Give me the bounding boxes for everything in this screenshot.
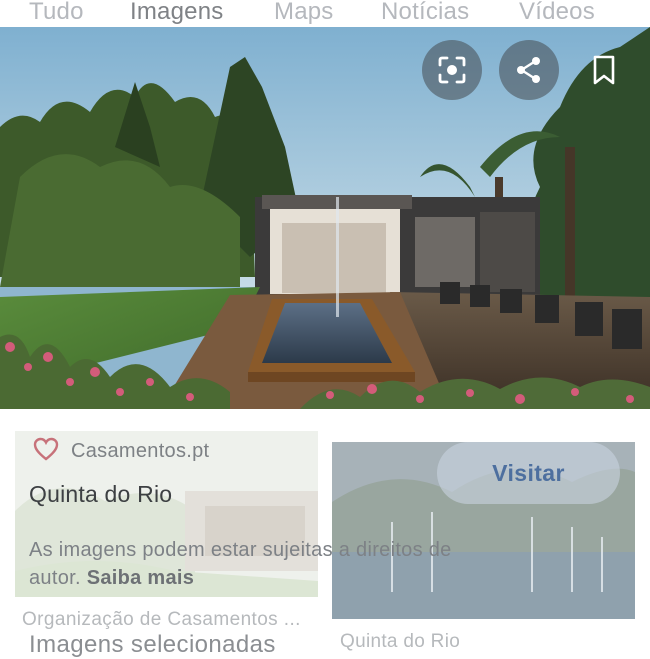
section-heading: Imagens selecionadas xyxy=(29,631,276,658)
learn-more-link[interactable]: Saiba mais xyxy=(87,567,195,589)
share-icon xyxy=(514,55,544,85)
tab-tudo[interactable]: Tudo xyxy=(29,0,84,26)
source-attribution[interactable]: Casamentos.pt xyxy=(33,437,209,466)
result-panel: Casamentos.pt Quinta do Rio Visitar As i… xyxy=(0,409,650,658)
source-name: Casamentos.pt xyxy=(71,440,210,462)
visit-button[interactable]: Visitar xyxy=(437,442,620,504)
image-preview[interactable] xyxy=(0,27,650,409)
tab-videos[interactable]: Vídeos xyxy=(519,0,595,26)
tab-maps[interactable]: Maps xyxy=(274,0,334,26)
lens-icon xyxy=(437,55,467,85)
copyright-notice: As imagens podem estar sujeitas a direit… xyxy=(29,536,509,592)
bookmark-icon xyxy=(590,54,618,86)
tab-imagens[interactable]: Imagens xyxy=(130,0,223,26)
share-button[interactable] xyxy=(499,40,559,100)
search-tabs: Tudo Imagens Maps Notícias Vídeos xyxy=(0,0,650,30)
lens-button[interactable] xyxy=(422,40,482,100)
bookmark-button[interactable] xyxy=(574,40,634,100)
tab-noticias[interactable]: Notícias xyxy=(381,0,469,26)
heart-icon xyxy=(33,437,59,466)
related-caption-left[interactable]: Organização de Casamentos ... xyxy=(22,609,301,631)
result-title[interactable]: Quinta do Rio xyxy=(29,481,172,508)
